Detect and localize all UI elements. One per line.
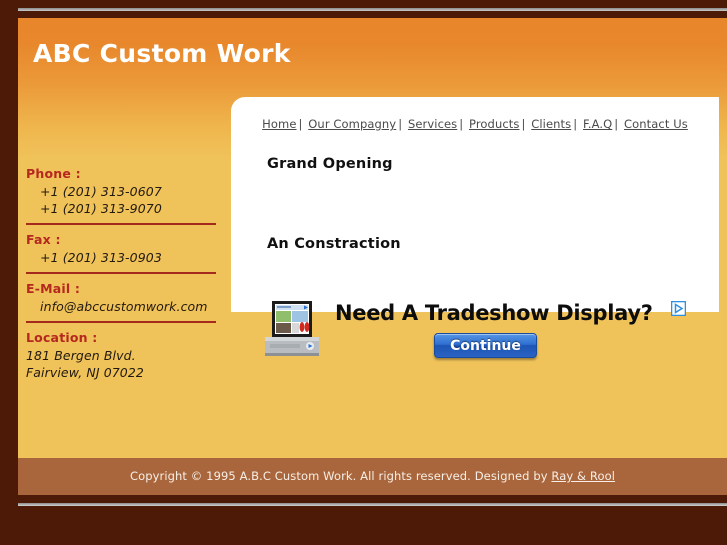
nav-link-faq[interactable]: F.A.Q	[583, 117, 612, 131]
sidebar-group-fax: Fax : +1 (201) 313-0903	[26, 232, 230, 265]
site-title: ABC Custom Work	[33, 39, 291, 68]
sidebar-group-location: Location : 181 Bergen Blvd. Fairview, NJ…	[26, 330, 230, 380]
fax-label: Fax :	[26, 232, 61, 247]
advertisement-banner[interactable]: Need A Tradeshow Display? Continue	[257, 296, 693, 363]
nav-separator-5: |	[573, 117, 578, 131]
nav-link-home[interactable]: Home	[262, 117, 296, 131]
top-divider-rule	[18, 8, 727, 11]
nav-separator-1: |	[298, 117, 303, 131]
nav-separator-3: |	[459, 117, 464, 131]
nav-separator-4: |	[521, 117, 526, 131]
sidebar-group-email: E-Mail : info@abccustomwork.com	[26, 281, 230, 314]
sidebar-group-phone: Phone : +1 (201) 313-0607 +1 (201) 313-9…	[26, 166, 230, 216]
main-navigation: Home | Our Compagny | Services | Products | …	[231, 109, 719, 131]
footer-designer-link[interactable]: Ray & Rool	[551, 469, 615, 483]
footer-copyright-text: Copyright © 1995 A.B.C Custom Work. All …	[129, 469, 548, 483]
adchoices-triangle-icon[interactable]	[671, 301, 686, 316]
page-container: ABC Custom Work Phone : +1 (201) 313-060…	[18, 18, 727, 495]
nav-link-products[interactable]: Products	[469, 117, 519, 131]
contact-sidebar: Phone : +1 (201) 313-0607 +1 (201) 313-9…	[26, 166, 230, 382]
site-footer: Copyright © 1995 A.B.C Custom Work. All …	[18, 458, 727, 495]
nav-link-contact-us[interactable]: Contact Us	[624, 117, 688, 131]
main-content-card: Home | Our Compagny | Services | Products | …	[231, 97, 719, 358]
sidebar-divider-2	[26, 272, 216, 274]
nav-link-services[interactable]: Services	[408, 117, 457, 131]
email-value-1[interactable]: info@abccustomwork.com	[40, 299, 230, 314]
phone-value-1: +1 (201) 313-0607	[40, 184, 162, 199]
browser-page-frame: ABC Custom Work Phone : +1 (201) 313-060…	[0, 0, 727, 545]
sidebar-divider-1	[26, 223, 216, 225]
nav-separator-6: |	[614, 117, 619, 131]
nav-separator-2: |	[398, 117, 403, 131]
location-label: Location :	[26, 330, 98, 345]
ad-continue-button[interactable]: Continue	[434, 333, 537, 358]
location-value-2: Fairview, NJ 07022	[26, 365, 144, 380]
content-heading-grand-opening: Grand Opening	[267, 156, 393, 172]
content-heading-an-constraction: An Constraction	[267, 236, 401, 252]
phone-label: Phone :	[26, 166, 81, 181]
tradeshow-kiosk-image	[265, 301, 319, 356]
location-value-1: 181 Bergen Blvd.	[26, 348, 136, 363]
nav-link-clients[interactable]: Clients	[531, 117, 571, 131]
nav-link-our-compagny[interactable]: Our Compagny	[308, 117, 396, 131]
email-label: E-Mail :	[26, 281, 81, 296]
fax-value-1: +1 (201) 313-0903	[40, 250, 162, 265]
bottom-divider-rule	[18, 503, 727, 506]
phone-value-2: +1 (201) 313-9070	[40, 201, 162, 216]
sidebar-divider-3	[26, 321, 216, 323]
ad-headline: Need A Tradeshow Display?	[335, 301, 653, 325]
